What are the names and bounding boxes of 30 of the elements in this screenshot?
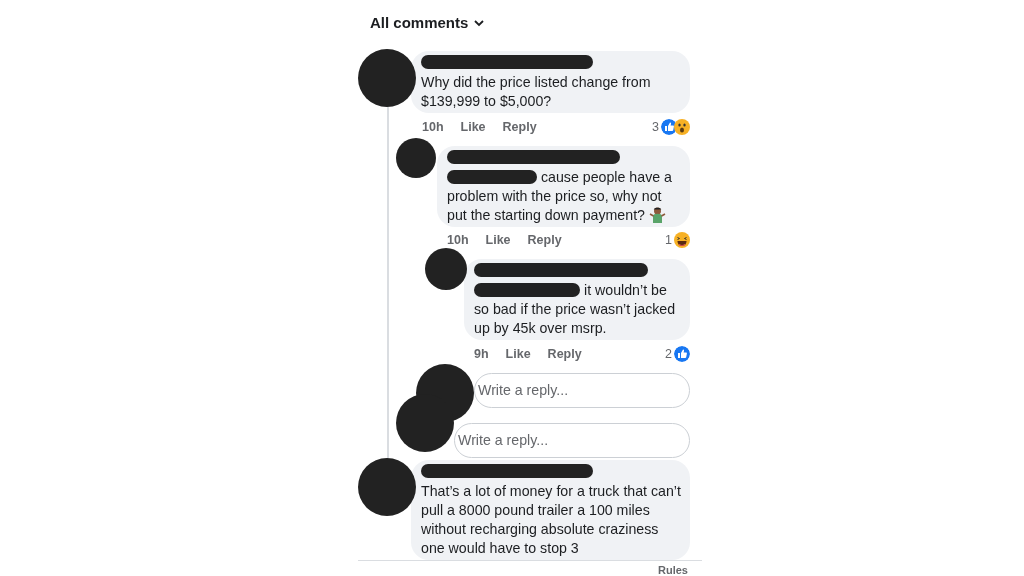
laughing-emoji-icon <box>674 231 690 248</box>
avatar <box>396 393 454 452</box>
avatar <box>425 247 467 290</box>
like-link[interactable]: Like <box>505 345 531 362</box>
avatar <box>396 137 436 178</box>
chevron-down-icon <box>474 19 485 27</box>
like-reaction-icon <box>674 345 690 362</box>
reaction-count: 3 <box>652 118 659 135</box>
avatar <box>358 457 416 516</box>
reply-link[interactable]: Reply <box>547 345 582 362</box>
surprised-emoji-icon <box>674 118 690 135</box>
timestamp: 10h <box>447 231 469 248</box>
comment-filter-dropdown[interactable]: All comments <box>370 12 485 35</box>
rules-link[interactable]: Rules <box>658 562 688 576</box>
reaction-count: 2 <box>665 345 672 362</box>
comment-text: cause people have a problem with the price so, why not put the starting down payment? <box>447 167 673 225</box>
reply-input-field[interactable]: Write a reply... <box>454 422 690 458</box>
comment-text: That’s a lot of money for a truck that can’t pull a 8000 pound trailer a 100 miles without recharging absolute craziness one would have to stop 3 <box>421 481 682 558</box>
like-link[interactable]: Like <box>460 118 486 135</box>
timestamp: 10h <box>422 118 444 135</box>
comment-text: Why did the price listed change from $139,999 to $5,000? <box>421 72 652 111</box>
reply-link[interactable]: Reply <box>527 231 562 248</box>
reply-input-field[interactable]: Write a reply... <box>474 372 690 408</box>
comment-text: it wouldn’t be so bad if the price wasn’t jacked up by 45k over msrp. <box>474 280 677 338</box>
reaction-count: 1 <box>665 231 672 248</box>
shrugging-person-icon <box>648 205 666 223</box>
avatar <box>358 48 416 107</box>
reply-link[interactable]: Reply <box>502 118 537 135</box>
like-link[interactable]: Like <box>485 231 511 248</box>
timestamp: 9h <box>474 345 489 362</box>
